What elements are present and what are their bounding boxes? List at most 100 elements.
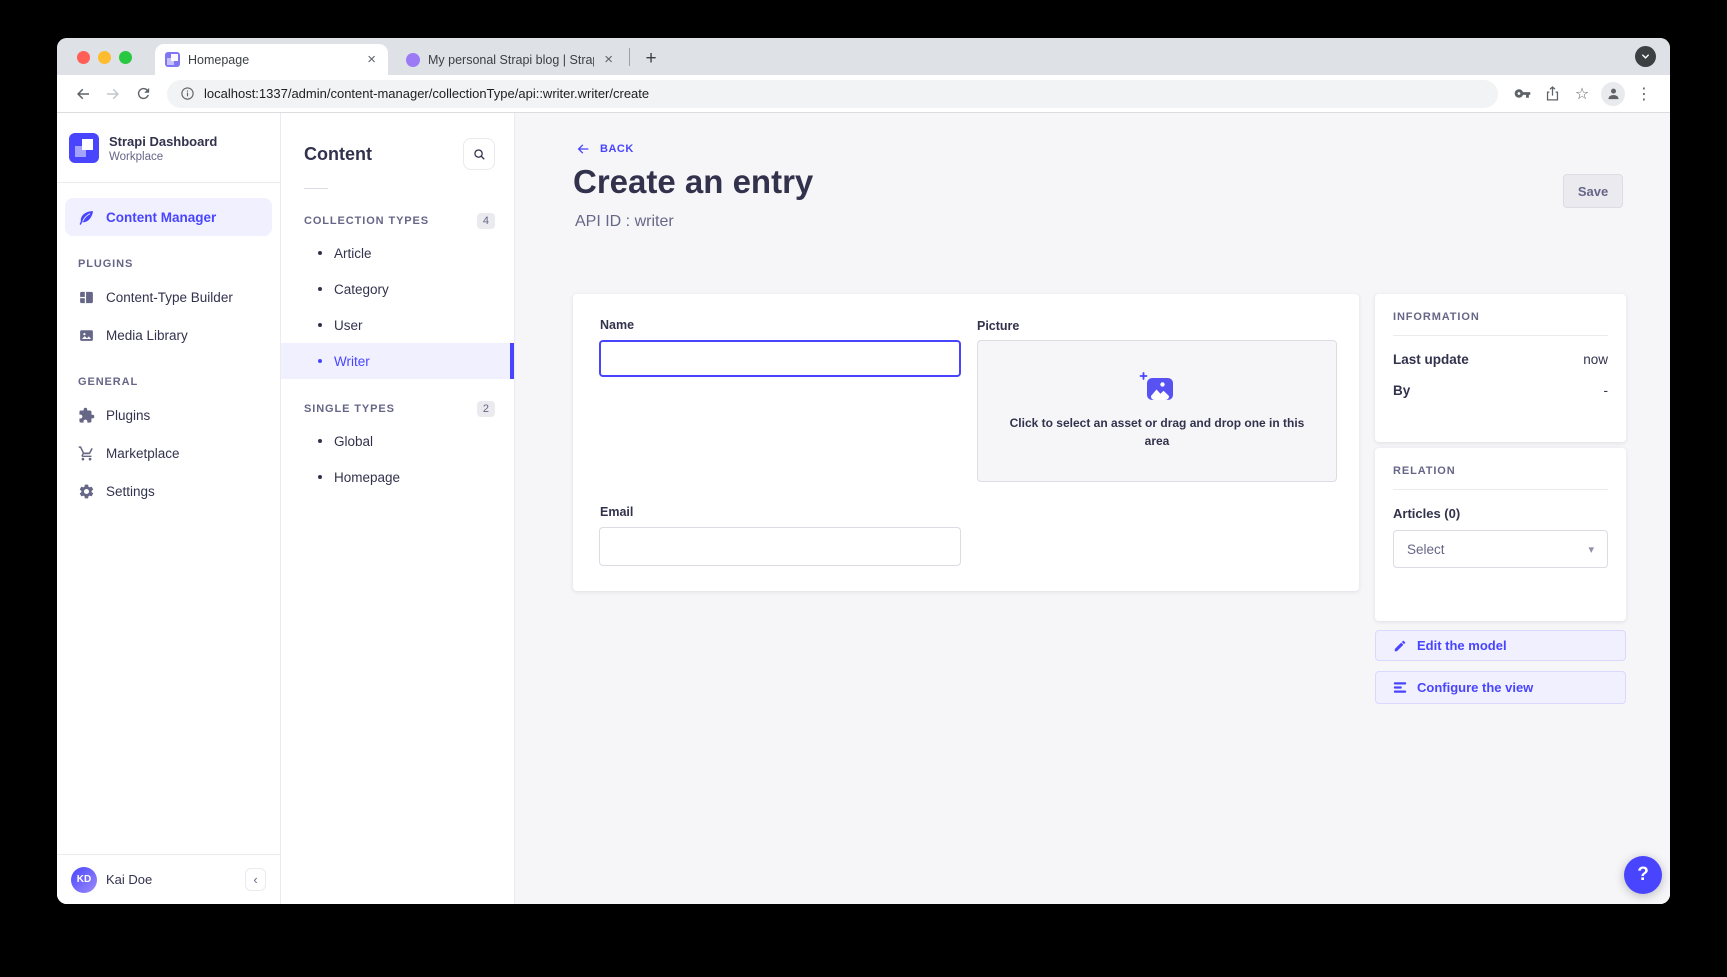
back-link[interactable]: BACK [575, 141, 634, 157]
sidebar-item-label: Content Manager [106, 210, 216, 225]
browser-toolbar: localhost:1337/admin/content-manager/col… [57, 75, 1670, 113]
sidebar-section-plugins: PLUGINS [65, 236, 272, 278]
by-value: - [1604, 383, 1609, 398]
single-type-global[interactable]: Global [281, 423, 514, 459]
edit-model-label: Edit the model [1417, 638, 1507, 653]
gear-icon [78, 483, 95, 500]
sidebar-user-footer: KD Kai Doe ‹ [57, 854, 280, 904]
page-title: Create an entry [573, 163, 813, 201]
forward-button[interactable] [99, 80, 127, 108]
url-bar[interactable]: localhost:1337/admin/content-manager/col… [167, 80, 1498, 108]
back-arrow-icon [74, 85, 92, 103]
pencil-icon [1393, 639, 1407, 653]
single-type-homepage[interactable]: Homepage [281, 459, 514, 495]
collection-type-writer[interactable]: Writer [281, 343, 514, 379]
tab-homepage[interactable]: Homepage × [155, 44, 388, 75]
reload-icon [135, 85, 152, 102]
collection-type-user[interactable]: User [281, 307, 514, 343]
configure-view-button[interactable]: Configure the view [1375, 671, 1626, 704]
sidebar-item-marketplace[interactable]: Marketplace [65, 434, 272, 472]
tab-separator [629, 48, 630, 66]
sidebar-item-label: Plugins [106, 408, 150, 423]
key-icon [1514, 85, 1531, 102]
close-tab-icon[interactable]: × [365, 52, 378, 67]
sidebar-item-settings[interactable]: Settings [65, 472, 272, 510]
strapi-logo-icon [69, 133, 99, 163]
search-icon [472, 147, 487, 162]
relation-card: RELATION Articles (0) Select ▾ [1375, 448, 1626, 621]
workspace-brand[interactable]: Strapi Dashboard Workplace [57, 113, 280, 182]
strapi-favicon-icon [165, 52, 180, 67]
tab-strapi-blog[interactable]: My personal Strapi blog | Strap × [398, 46, 623, 73]
feather-pen-icon [78, 209, 95, 226]
close-window-button[interactable] [77, 51, 90, 64]
last-update-label: Last update [1393, 352, 1469, 367]
content-panel-title: Content [304, 144, 372, 165]
sidebar-nav: Content Manager PLUGINS Content-Type Bui… [57, 183, 280, 510]
browser-tabstrip: Homepage × My personal Strapi blog | Str… [57, 38, 1670, 75]
last-update-value: now [1583, 352, 1608, 367]
picture-upload-dropzone[interactable]: Click to select an asset or drag and dro… [977, 340, 1337, 482]
sidebar-item-label: Content-Type Builder [106, 290, 233, 305]
single-types-label: SINGLE TYPES [304, 403, 395, 415]
person-icon [1606, 86, 1621, 101]
collection-type-article[interactable]: Article [281, 235, 514, 271]
collection-type-label: User [334, 318, 363, 333]
tab-title: Homepage [188, 53, 357, 67]
sidebar-item-content-type-builder[interactable]: Content-Type Builder [65, 278, 272, 316]
sidebar-item-plugins[interactable]: Plugins [65, 396, 272, 434]
main-content: BACK Create an entry API ID : writer Sav… [515, 113, 1670, 904]
single-types-list: Global Homepage [281, 423, 514, 495]
bookmark-star-button[interactable]: ☆ [1568, 80, 1596, 108]
email-input[interactable] [599, 527, 961, 566]
bullet-icon [318, 251, 322, 255]
shopping-cart-icon [78, 445, 95, 462]
save-button[interactable]: Save [1563, 174, 1623, 208]
articles-field-label: Articles (0) [1393, 506, 1608, 521]
edit-model-button[interactable]: Edit the model [1375, 630, 1626, 661]
tab-search-button[interactable] [1635, 46, 1656, 67]
bullet-icon [318, 287, 322, 291]
collection-type-label: Writer [334, 354, 370, 369]
minimize-window-button[interactable] [98, 51, 111, 64]
last-update-row: Last update now [1393, 352, 1608, 367]
forward-arrow-icon [104, 85, 122, 103]
puzzle-icon [78, 407, 95, 424]
sidebar-item-content-manager[interactable]: Content Manager [65, 198, 272, 236]
sidebar-item-media-library[interactable]: Media Library [65, 316, 272, 354]
maximize-window-button[interactable] [119, 51, 132, 64]
workspace-title: Strapi Dashboard [109, 133, 217, 149]
share-button[interactable] [1538, 80, 1566, 108]
bullet-icon [318, 359, 322, 363]
relation-title: RELATION [1393, 465, 1608, 477]
browser-menu-button[interactable]: ⋮ [1630, 80, 1658, 108]
api-id-subtitle: API ID : writer [575, 213, 674, 231]
workspace-subtitle: Workplace [109, 151, 217, 163]
new-tab-button[interactable]: + [638, 46, 664, 72]
reload-button[interactable] [129, 80, 157, 108]
collection-type-label: Article [334, 246, 372, 261]
chevron-down-icon: ▾ [1588, 543, 1594, 556]
back-label: BACK [600, 143, 634, 155]
collection-type-category[interactable]: Category [281, 271, 514, 307]
search-button[interactable] [463, 138, 495, 170]
password-key-button[interactable] [1508, 80, 1536, 108]
close-tab-icon[interactable]: × [602, 52, 615, 67]
active-item-indicator [510, 343, 514, 379]
layout-lines-icon [1393, 681, 1407, 694]
help-button[interactable]: ? [1624, 856, 1662, 894]
collapse-sidebar-button[interactable]: ‹ [245, 868, 266, 891]
share-icon [1544, 85, 1561, 102]
user-avatar[interactable]: KD [71, 867, 97, 893]
browser-profile-button[interactable] [1601, 82, 1625, 106]
articles-select[interactable]: Select ▾ [1393, 530, 1608, 568]
bullet-icon [318, 323, 322, 327]
name-input[interactable] [599, 340, 961, 377]
back-arrow-icon [575, 141, 591, 157]
name-field-label: Name [600, 318, 634, 332]
back-button[interactable] [69, 80, 97, 108]
sidebar-item-label: Settings [106, 484, 155, 499]
page-info-icon[interactable] [180, 86, 195, 101]
single-types-count-badge: 2 [477, 401, 495, 417]
url-text: localhost:1337/admin/content-manager/col… [204, 86, 649, 101]
